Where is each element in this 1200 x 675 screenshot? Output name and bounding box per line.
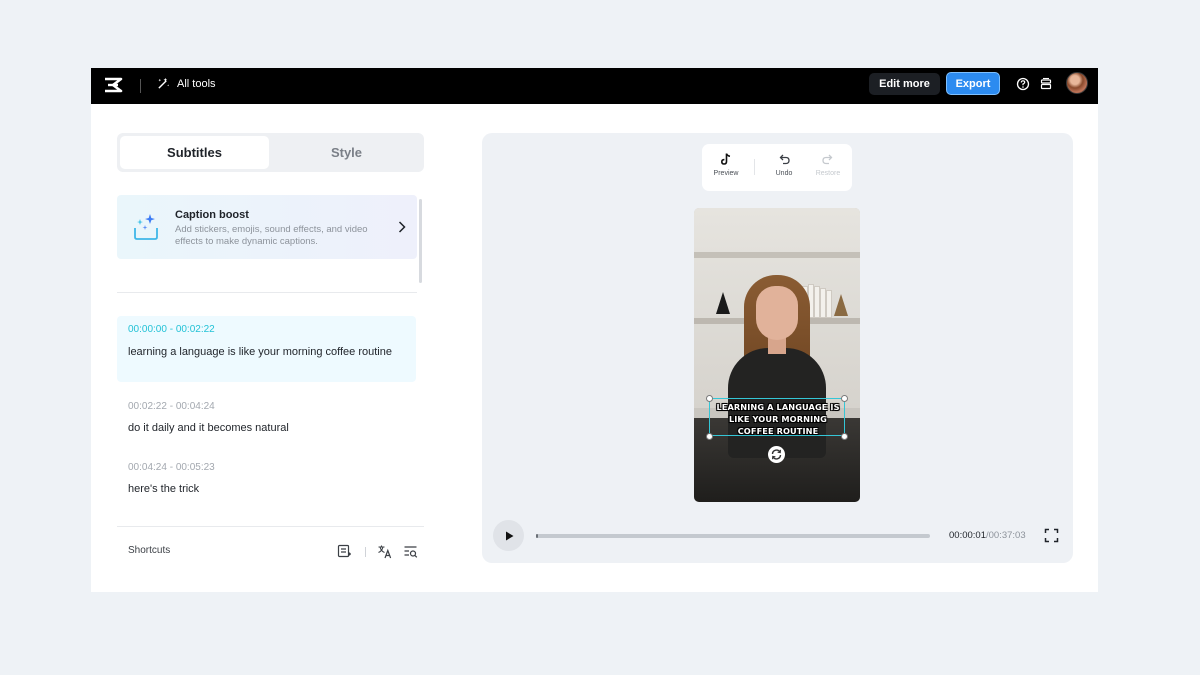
subtitle-text[interactable]: here's the trick xyxy=(128,482,403,497)
progress-bar[interactable] xyxy=(536,534,930,538)
tiktok-icon xyxy=(720,153,731,165)
topbar-divider xyxy=(140,79,141,93)
subtitle-text[interactable]: learning a language is like your morning… xyxy=(128,345,403,360)
tab-style[interactable]: Style xyxy=(272,136,421,169)
rotate-handle[interactable] xyxy=(768,446,785,463)
play-icon xyxy=(505,531,513,540)
chevron-right-icon[interactable] xyxy=(397,220,407,234)
caption-text[interactable]: LEARNING A LANGUAGE IS LIKE YOUR MORNING… xyxy=(710,401,846,437)
preview-button[interactable]: Preview xyxy=(706,152,746,177)
shortcuts-link[interactable]: Shortcuts xyxy=(128,545,170,556)
user-avatar[interactable] xyxy=(1066,72,1088,94)
restore-button[interactable]: Restore xyxy=(808,152,848,177)
resize-handle[interactable] xyxy=(841,395,848,402)
resize-handle[interactable] xyxy=(841,433,848,440)
rotate-icon xyxy=(771,449,782,460)
stack-icon[interactable] xyxy=(1039,77,1053,91)
top-bar: All tools Edit more Export xyxy=(91,68,1098,104)
time-readout: 00:00:01/00:37:03 xyxy=(949,530,1026,541)
decor-tree xyxy=(834,294,848,316)
total-time: /00:37:03 xyxy=(985,530,1026,541)
play-button[interactable] xyxy=(493,520,524,551)
subtitle-item[interactable]: 00:04:24 - 00:05:23 here's the trick xyxy=(117,455,416,505)
undo-icon xyxy=(779,154,790,165)
export-button[interactable]: Export xyxy=(946,72,1000,95)
edit-more-button[interactable]: Edit more xyxy=(869,73,940,95)
caption-line: LEARNING A LANGUAGE IS xyxy=(716,402,840,412)
shelf xyxy=(694,252,860,258)
decor-tree xyxy=(716,292,730,314)
caption-overlay[interactable]: LEARNING A LANGUAGE IS LIKE YOUR MORNING… xyxy=(709,398,845,436)
preview-toolbar: Preview Undo Restore xyxy=(702,144,852,191)
person-face xyxy=(756,286,798,340)
caption-boost-card[interactable]: Caption boost Add stickers, emojis, soun… xyxy=(117,195,417,259)
subtitle-list-icon[interactable] xyxy=(337,544,352,559)
caption-boost-title: Caption boost xyxy=(175,209,249,221)
all-tools-label: All tools xyxy=(177,77,216,90)
decor-book xyxy=(826,290,832,318)
footer-divider xyxy=(117,526,424,527)
translate-icon[interactable] xyxy=(377,544,392,559)
preview-panel: Preview Undo Restore LEARNING A LANGUAGE… xyxy=(482,133,1073,563)
subtitle-item[interactable]: 00:00:00 - 00:02:22 learning a language … xyxy=(117,316,416,382)
resize-handle[interactable] xyxy=(706,395,713,402)
restore-label: Restore xyxy=(815,170,841,177)
subtitle-item[interactable]: 00:02:22 - 00:04:24 do it daily and it b… xyxy=(117,394,416,444)
app-window: All tools Edit more Export Subtitles Sty… xyxy=(91,68,1098,592)
tab-subtitles[interactable]: Subtitles xyxy=(120,136,269,169)
current-time: 00:00:01 xyxy=(949,530,986,541)
caption-line: LIKE YOUR MORNING xyxy=(728,414,828,424)
search-list-icon[interactable] xyxy=(403,544,418,559)
resize-handle[interactable] xyxy=(706,433,713,440)
caption-line: COFFEE ROUTINE xyxy=(737,426,819,436)
redo-icon xyxy=(822,154,833,165)
progress-fill xyxy=(536,534,538,538)
video-preview[interactable]: LEARNING A LANGUAGE IS LIKE YOUR MORNING… xyxy=(694,208,860,502)
preview-label: Preview xyxy=(713,170,739,177)
section-divider xyxy=(117,292,417,293)
subtitle-text[interactable]: do it daily and it becomes natural xyxy=(128,421,403,436)
caption-boost-description: Add stickers, emojis, sound effects, and… xyxy=(175,224,368,247)
toolbar-divider xyxy=(754,159,755,175)
undo-button[interactable]: Undo xyxy=(764,152,804,177)
footer-icon-divider xyxy=(365,547,366,557)
subtitle-time: 00:02:22 - 00:04:24 xyxy=(128,401,215,412)
fullscreen-icon[interactable] xyxy=(1044,528,1059,543)
sparkle-box-icon xyxy=(134,214,158,240)
undo-label: Undo xyxy=(775,170,793,177)
magic-wand-icon xyxy=(158,77,170,89)
help-icon[interactable] xyxy=(1016,77,1030,91)
scrollbar-thumb[interactable] xyxy=(419,199,422,283)
subtitle-time: 00:04:24 - 00:05:23 xyxy=(128,462,215,473)
panel-tabs: Subtitles Style xyxy=(117,133,424,172)
subtitle-time: 00:00:00 - 00:02:22 xyxy=(128,324,215,335)
capcut-logo-icon[interactable] xyxy=(103,75,123,95)
all-tools-button[interactable]: All tools xyxy=(157,77,216,90)
